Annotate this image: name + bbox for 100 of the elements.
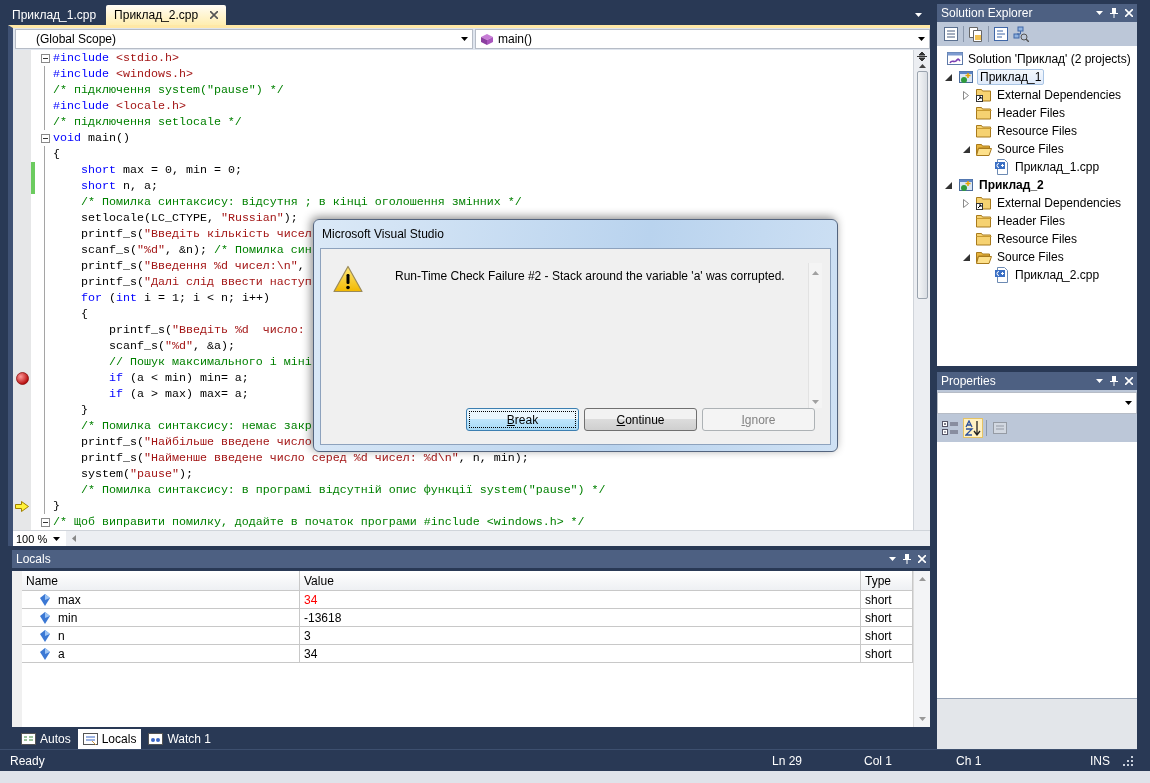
code-line: if (a < min) min= a;: [107, 370, 249, 386]
member-dropdown[interactable]: main(): [475, 29, 930, 49]
sort-alphabetical-icon[interactable]: [963, 418, 983, 438]
class-diagram-icon[interactable]: [1013, 26, 1029, 42]
tree-item[interactable]: Source Files: [995, 249, 1066, 265]
code-line: setlocale(LC_CTYPE, "Russian");: [79, 210, 298, 226]
tree-item[interactable]: External Dependencies: [995, 87, 1124, 103]
dropdown-arrow-icon[interactable]: [1125, 401, 1132, 405]
scope-dropdown[interactable]: (Global Scope): [15, 29, 473, 49]
dropdown-arrow-icon[interactable]: [461, 37, 468, 41]
code-line: system("pause");: [79, 466, 193, 482]
code-line: #include <locale.h>: [52, 98, 186, 114]
split-icon[interactable]: [917, 52, 927, 61]
breakpoint-icon[interactable]: [15, 371, 29, 385]
code-line: printf_s("Введення %d чисел:\n",: [79, 258, 305, 274]
expanded-arrow-icon[interactable]: [962, 253, 970, 261]
collapse-icon[interactable]: [40, 517, 50, 527]
scroll-left-icon[interactable]: [72, 535, 76, 542]
dropdown-arrow-icon[interactable]: [1096, 379, 1103, 383]
scroll-up-icon[interactable]: [918, 64, 926, 68]
dropdown-arrow-icon[interactable]: [918, 37, 925, 41]
tree-item[interactable]: Resource Files: [995, 123, 1080, 139]
tree-item[interactable]: Приклад_1: [977, 69, 1045, 85]
tree-item[interactable]: Header Files: [995, 105, 1068, 121]
dropdown-arrow-icon[interactable]: [915, 13, 922, 17]
collapse-icon[interactable]: [40, 53, 50, 63]
autos-window-icon: [21, 732, 36, 746]
view-code-icon[interactable]: [993, 26, 1009, 42]
pin-icon[interactable]: [903, 554, 911, 564]
code-line: for (int i = 1; i < n; i++): [79, 290, 270, 306]
tree-item[interactable]: Приклад_2: [977, 177, 1046, 193]
code-line: printf_s("Введіть кількість чисел: [79, 226, 312, 242]
scroll-down-icon[interactable]: [918, 717, 926, 721]
code-line: /* Помилка синтаксису: відсутня ; в кінці оголошення змінних */: [79, 194, 522, 210]
tree-item[interactable]: Solution 'Приклад' (2 projects): [966, 51, 1133, 67]
cpp-file-icon: [994, 159, 1010, 175]
code-line: /* Помилка синтаксису: немає закр: [79, 418, 312, 434]
dialog-button[interactable]: Break: [466, 408, 579, 431]
code-line: if (a > max) max= a;: [107, 386, 249, 402]
dropdown-arrow-icon[interactable]: [1096, 11, 1103, 15]
collapsed-arrow-icon[interactable]: [963, 90, 969, 100]
resize-grip-icon: [1123, 755, 1133, 766]
folder-icon: [976, 214, 992, 228]
pin-icon[interactable]: [1110, 376, 1118, 386]
close-icon[interactable]: [210, 11, 219, 19]
tree-item[interactable]: Приклад_2.cpp: [1013, 267, 1102, 283]
tree-item[interactable]: Header Files: [995, 213, 1068, 229]
horizontal-scrollbar[interactable]: [66, 530, 930, 546]
column-number: Col 1: [864, 753, 893, 768]
shortcut-folder-icon: [976, 88, 992, 102]
warning-icon: [333, 265, 363, 293]
value-cell: 34: [300, 645, 861, 662]
dialog-button[interactable]: Continue: [584, 408, 697, 431]
expanded-arrow-icon[interactable]: [944, 181, 952, 189]
error-message: Run-Time Check Failure #2 - Stack around the variable 'a' was corrupted.: [395, 268, 786, 283]
folder-icon: [976, 232, 992, 246]
panel-tab[interactable]: Locals: [77, 729, 142, 749]
insert-mode: INS: [1090, 753, 1111, 768]
file-tab[interactable]: Приклад_2.cpp: [106, 5, 227, 25]
code-line: scanf_s("%d", &a);: [107, 338, 235, 354]
code-line: /* Помилка синтаксису: в програмі відсутній опис функції system("pause") */: [79, 482, 606, 498]
tree-item[interactable]: Приклад_1.cpp: [1013, 159, 1102, 175]
panel-tab[interactable]: Autos: [16, 729, 76, 749]
vertical-scrollbar[interactable]: [913, 571, 930, 727]
tree-item[interactable]: Resource Files: [995, 231, 1080, 247]
code-line: printf_s("Далі слід ввести наступ: [79, 274, 312, 290]
dropdown-arrow-icon[interactable]: [889, 557, 896, 561]
zoom-dropdown[interactable]: 100 %: [13, 530, 66, 546]
locals-window-icon: [82, 732, 98, 746]
code-line: scanf_s("%d", &n); /* Помилка син: [79, 242, 312, 258]
tree-item[interactable]: External Dependencies: [995, 195, 1124, 211]
vertical-scrollbar[interactable]: [913, 50, 930, 530]
code-line: }: [79, 402, 88, 418]
properties-icon[interactable]: [943, 26, 959, 42]
collapse-icon[interactable]: [40, 133, 50, 143]
method-icon: [480, 33, 494, 45]
code-line: /* підключення setlocale */: [52, 114, 242, 130]
code-line: #include <windows.h>: [52, 66, 193, 82]
status-message: Ready: [10, 753, 46, 768]
pin-icon[interactable]: [1110, 8, 1118, 18]
field-icon: [40, 593, 50, 606]
panel-tab[interactable]: Watch 1: [143, 729, 216, 749]
tree-item[interactable]: Source Files: [995, 141, 1066, 157]
file-tab[interactable]: Приклад_1.cpp: [4, 5, 105, 25]
variable-name: a: [58, 646, 65, 661]
field-icon: [40, 647, 50, 660]
expanded-arrow-icon[interactable]: [944, 73, 952, 81]
categorized-view-icon[interactable]: [940, 418, 960, 438]
expanded-arrow-icon[interactable]: [962, 145, 970, 153]
dropdown-arrow-icon[interactable]: [53, 536, 61, 541]
column-header[interactable]: Value: [300, 571, 861, 590]
show-all-files-icon[interactable]: [968, 26, 984, 42]
field-icon: [40, 629, 50, 642]
collapsed-arrow-icon[interactable]: [963, 198, 969, 208]
column-header[interactable]: Name: [22, 571, 300, 590]
variable-name: min: [58, 610, 78, 625]
line-number: Ln 29: [772, 753, 804, 768]
code-line: #include <stdio.h>: [52, 50, 179, 66]
value-cell: -13618: [300, 609, 861, 626]
code-line: /* Щоб виправити помилку, додайте в початок програми #include <windows.h> */: [52, 514, 585, 530]
